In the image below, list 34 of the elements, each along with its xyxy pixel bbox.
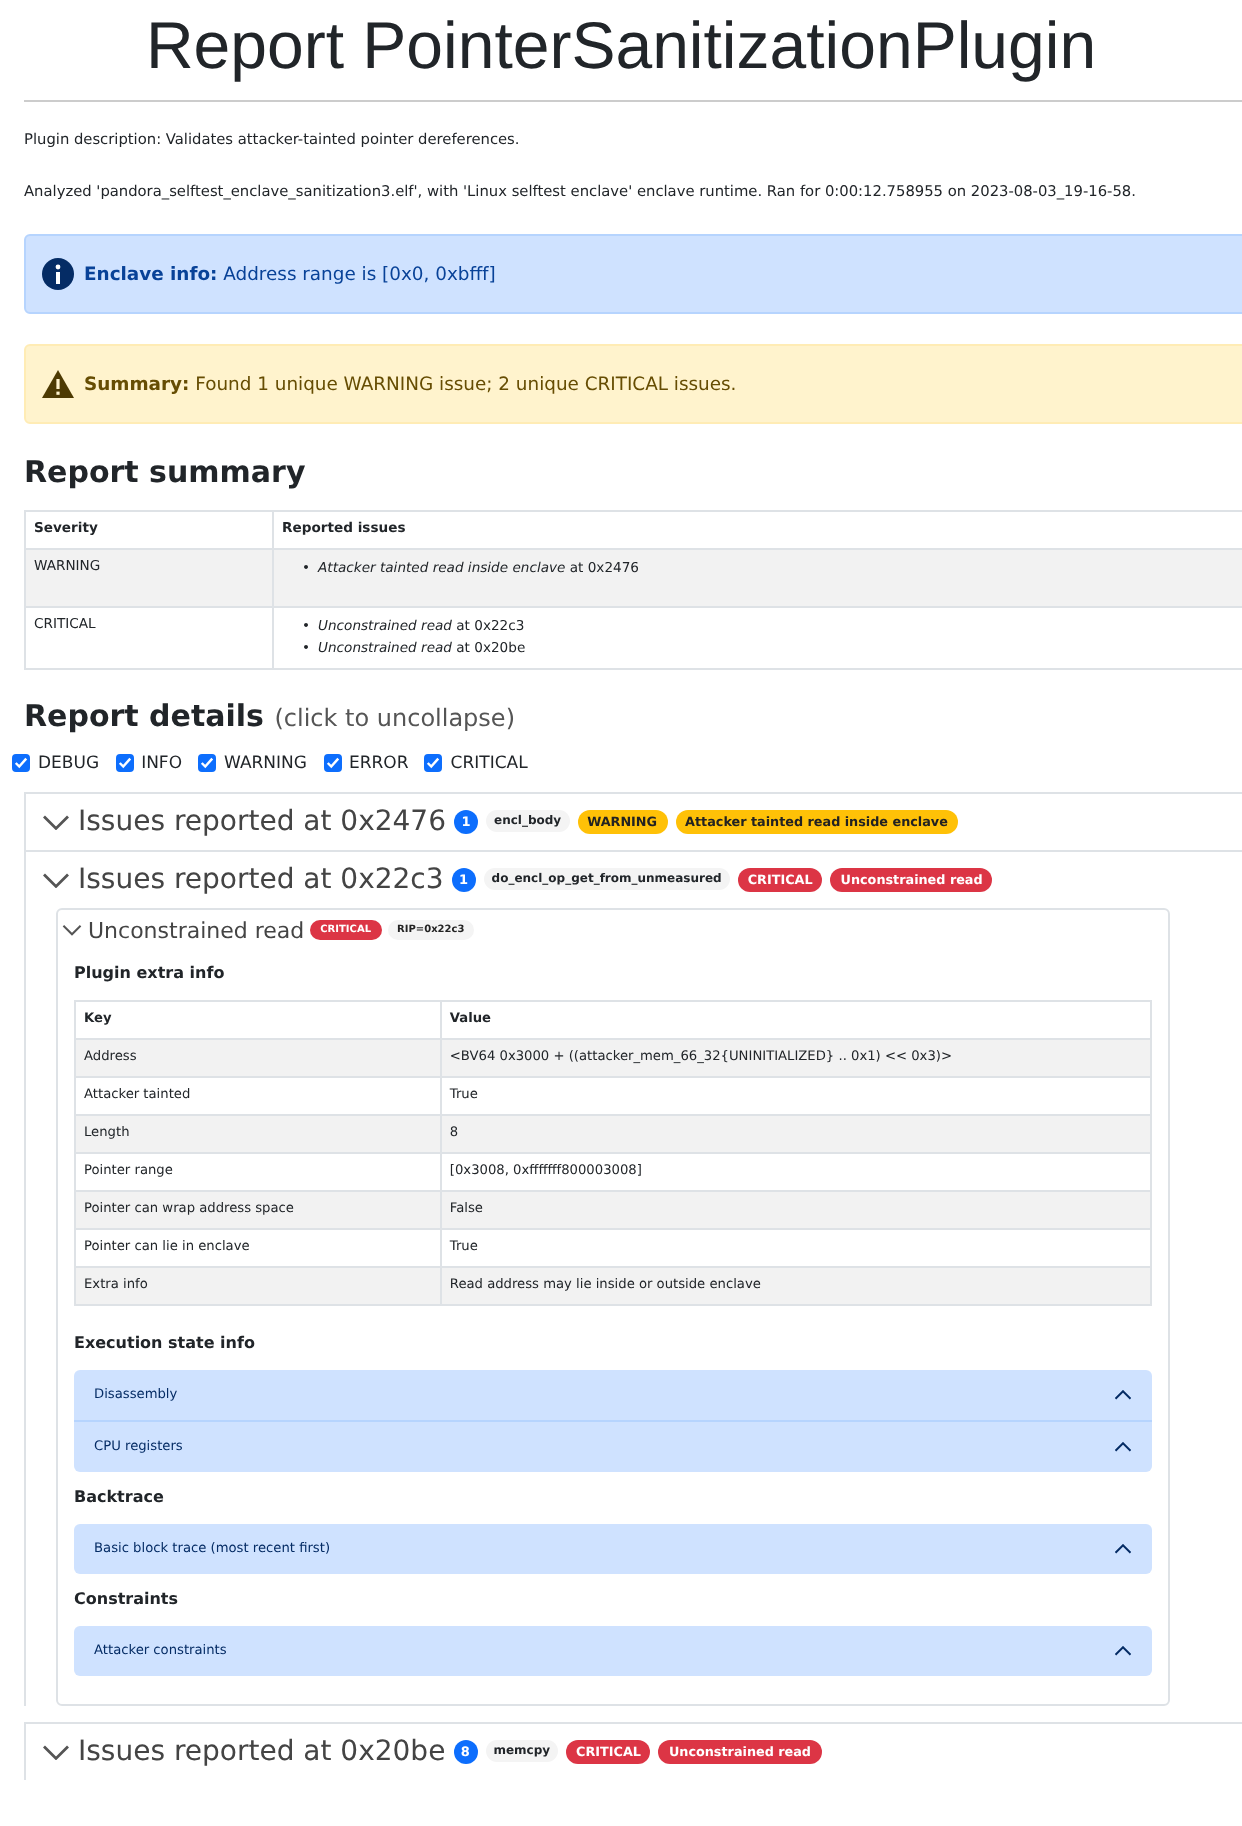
checkbox-label: DEBUG bbox=[38, 753, 100, 774]
page-title: Report PointerSanitizationPlugin bbox=[143, 6, 1099, 86]
group-title: Issues reported at 0x20be bbox=[78, 1735, 446, 1768]
alert-text: Enclave info: Address range is [0x0, 0xbfff] bbox=[84, 263, 496, 285]
heading-hint: (click to uncollapse) bbox=[274, 703, 515, 732]
chevron-down-icon bbox=[62, 924, 82, 937]
group-title: Issues reported at 0x22c3 bbox=[78, 863, 444, 896]
section-heading: Constraints bbox=[74, 1589, 181, 1608]
section-heading: Report details bbox=[24, 697, 264, 734]
alert-text: Summary: Found 1 unique WARNING issue; 2 unique CRITICAL issues. bbox=[84, 373, 737, 395]
info-icon bbox=[42, 258, 74, 290]
group-title: Issues reported at 0x2476 bbox=[78, 805, 446, 838]
chevron-up-icon bbox=[1114, 1543, 1132, 1554]
section-heading: Plugin extra info bbox=[74, 963, 227, 982]
chevron-down-icon bbox=[42, 1743, 70, 1760]
checkbox-label: ERROR bbox=[349, 753, 409, 774]
section-heading: Execution state info bbox=[74, 1333, 257, 1352]
checkbox[interactable] bbox=[424, 754, 443, 773]
section-heading: Backtrace bbox=[74, 1487, 166, 1506]
report-title[interactable]: Unconstrained read bbox=[88, 917, 305, 944]
checkbox[interactable] bbox=[12, 754, 30, 773]
section-heading: Report summary bbox=[24, 454, 308, 490]
checkbox[interactable] bbox=[198, 754, 217, 773]
chevron-up-icon bbox=[1114, 1389, 1132, 1400]
checkbox-label: WARNING bbox=[224, 753, 307, 774]
checkbox[interactable] bbox=[115, 754, 134, 773]
chevron-down-icon bbox=[42, 813, 70, 830]
chevron-down-icon bbox=[42, 871, 70, 888]
checkbox-label: CRITICAL bbox=[450, 753, 528, 774]
chevron-up-icon bbox=[1114, 1441, 1132, 1452]
warning-icon bbox=[42, 370, 74, 398]
chevron-up-icon bbox=[1114, 1645, 1132, 1656]
checkbox-label: INFO bbox=[141, 753, 183, 774]
checkbox[interactable] bbox=[323, 754, 341, 773]
